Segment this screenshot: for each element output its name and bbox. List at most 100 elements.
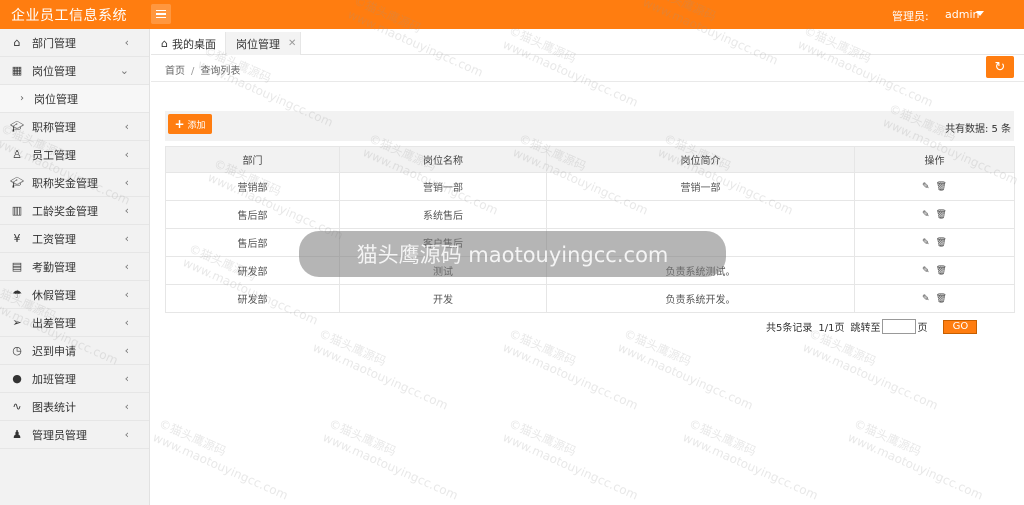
sidebar-item-admin[interactable]: ♟ 管理员管理 ‹	[0, 421, 149, 449]
go-button[interactable]: GO	[943, 319, 978, 334]
sidebar-subitem-position[interactable]: › 岗位管理	[0, 85, 149, 113]
edit-icon[interactable]: ✎	[922, 182, 930, 192]
watermark: ©猫头鹰源码www.maotouyingcc.com	[680, 416, 821, 503]
column-header-name: 岗位名称	[339, 146, 547, 173]
cell-actions: ✎ 🗑︎	[854, 228, 1015, 257]
chevron-left-icon: ‹	[124, 316, 129, 329]
table-row: 营销部 营销一部 营销一部 ✎ 🗑︎	[165, 172, 1015, 201]
column-header-desc: 岗位简介	[546, 146, 855, 173]
breadcrumb-bar: 首页 / 查询列表 ↻	[151, 55, 1024, 82]
table-row: 售后部 系统售后 ✎ 🗑︎	[165, 200, 1015, 229]
sidebar-item-charts[interactable]: ∿ 图表统计 ‹	[0, 393, 149, 421]
sidebar-item-label: 休假管理	[32, 288, 76, 302]
menu-toggle-button[interactable]	[151, 4, 171, 24]
graduation-cap-icon: 🎓︎	[10, 120, 24, 133]
close-icon[interactable]: ✕	[288, 38, 296, 49]
breadcrumb-current: 查询列表	[200, 66, 241, 77]
chevron-left-icon: ‹	[124, 288, 129, 301]
cell-actions: ✎ 🗑︎	[854, 256, 1015, 285]
pager-records: 共5条记录	[766, 323, 813, 334]
user-icon: ♙	[12, 148, 22, 161]
sidebar-item-overtime[interactable]: ● 加班管理 ‹	[0, 365, 149, 393]
app-title: 企业员工信息系统	[11, 8, 127, 24]
breadcrumb: 首页 / 查询列表	[165, 62, 240, 77]
table-row: 研发部 测试 负责系统测试。 ✎ 🗑︎	[165, 256, 1015, 285]
chevron-left-icon: ‹	[124, 120, 129, 133]
edit-icon[interactable]: ✎	[922, 266, 930, 276]
cell-dept: 售后部	[165, 228, 340, 257]
sidebar-item-employee[interactable]: ♙ 员工管理 ‹	[0, 141, 149, 169]
sidebar-item-late[interactable]: ◷ 迟到申请 ‹	[0, 337, 149, 365]
watermark: ©猫头鹰源码www.maotouyingcc.com	[500, 326, 641, 413]
admin-user-menu[interactable]: admin	[945, 8, 979, 21]
trash-icon[interactable]: 🗑︎	[936, 182, 947, 192]
pulse-icon: ∿	[12, 400, 22, 413]
caret-down-icon[interactable]	[976, 11, 984, 16]
edit-icon[interactable]: ✎	[922, 238, 930, 248]
cell-name: 开发	[339, 284, 547, 313]
table-row: 研发部 开发 负责系统开发。 ✎ 🗑︎	[165, 284, 1015, 313]
chevron-left-icon: ‹	[124, 204, 129, 217]
cell-name: 系统售后	[339, 200, 547, 229]
clock-icon: ◷	[12, 344, 22, 357]
column-header-actions: 操作	[854, 146, 1015, 173]
sidebar-item-label: 管理员管理	[32, 428, 87, 442]
sidebar-item-seniority-bonus[interactable]: ▥ 工龄奖金管理 ‹	[0, 197, 149, 225]
chevron-down-icon: ⌄	[119, 64, 129, 77]
breadcrumb-home[interactable]: 首页	[165, 66, 185, 77]
plus-icon: +	[174, 117, 185, 131]
trash-icon[interactable]: 🗑︎	[936, 294, 947, 304]
chevron-left-icon: ‹	[124, 372, 129, 385]
cell-dept: 营销部	[165, 172, 340, 201]
watermark: ©猫头鹰源码www.maotouyingcc.com	[800, 326, 941, 413]
sidebar-item-title-bonus[interactable]: 🎓︎ 职称奖金管理 ‹	[0, 169, 149, 197]
chevron-left-icon: ‹	[124, 400, 129, 413]
sidebar-item-title[interactable]: 🎓︎ 职称管理 ‹	[0, 113, 149, 141]
sidebar: ⌂ 部门管理 ‹ ▦ 岗位管理 ⌄ › 岗位管理 🎓︎ 职称管理 ‹ ♙ 员工管…	[0, 29, 150, 505]
chevron-left-icon: ‹	[124, 176, 129, 189]
cell-desc	[546, 200, 855, 229]
chevron-right-icon: ›	[20, 93, 24, 104]
sidebar-item-label: 职称管理	[32, 120, 76, 134]
tab-home[interactable]: ⌂ 我的桌面	[151, 32, 225, 55]
edit-icon[interactable]: ✎	[922, 294, 930, 304]
sidebar-item-vacation[interactable]: ☂ 休假管理 ‹	[0, 281, 149, 309]
graduation-cap-icon: 🎓︎	[10, 176, 24, 189]
sidebar-item-salary[interactable]: ¥ 工资管理 ‹	[0, 225, 149, 253]
tab-label: 我的桌面	[171, 37, 216, 51]
cell-desc: 负责系统开发。	[546, 284, 855, 313]
yen-icon: ¥	[13, 232, 21, 245]
watermark: ©猫头鹰源码www.maotouyingcc.com	[500, 416, 641, 503]
page-jump-input[interactable]	[882, 319, 917, 334]
palm-tree-icon: ☂	[12, 288, 22, 301]
edit-icon[interactable]: ✎	[922, 210, 930, 220]
chevron-left-icon: ‹	[124, 428, 129, 441]
refresh-icon: ↻	[994, 59, 1006, 75]
tab-bar: ⌂ 我的桌面 岗位管理 ✕	[151, 29, 1024, 55]
add-button[interactable]: + 添加	[168, 114, 212, 134]
book-icon: ▥	[11, 204, 23, 217]
tab-position[interactable]: 岗位管理 ✕	[225, 32, 301, 55]
home-icon: ⌂	[161, 37, 168, 50]
trash-icon[interactable]: 🗑︎	[936, 210, 947, 220]
position-table: 部门 岗位名称 岗位简介 操作 营销部 营销一部 营销一部 ✎ 🗑︎ 售后部 系统…	[165, 146, 1015, 313]
pager-pages: 1/1页	[818, 323, 845, 334]
cell-name: 测试	[339, 256, 547, 285]
watermark: ©猫头鹰源码www.maotouyingcc.com	[150, 416, 291, 503]
breadcrumb-separator: /	[191, 66, 195, 77]
sidebar-item-label: 岗位管理	[32, 64, 76, 78]
chevron-left-icon: ‹	[124, 232, 129, 245]
sidebar-item-dept[interactable]: ⌂ 部门管理 ‹	[0, 29, 149, 57]
refresh-button[interactable]: ↻	[986, 56, 1014, 78]
sidebar-item-label: 图表统计	[32, 400, 76, 414]
sidebar-item-position[interactable]: ▦ 岗位管理 ⌄	[0, 57, 149, 85]
cell-dept: 研发部	[165, 284, 340, 313]
cell-name: 客户售后	[339, 228, 547, 257]
calendar-icon: ▤	[11, 260, 23, 273]
watermark: ©猫头鹰源码www.maotouyingcc.com	[310, 326, 451, 413]
trash-icon[interactable]: 🗑︎	[936, 266, 947, 276]
trash-icon[interactable]: 🗑︎	[936, 238, 947, 248]
sidebar-item-business-trip[interactable]: ➢ 出差管理 ‹	[0, 309, 149, 337]
admin-label: 管理员:	[892, 10, 929, 23]
sidebar-item-attendance[interactable]: ▤ 考勤管理 ‹	[0, 253, 149, 281]
